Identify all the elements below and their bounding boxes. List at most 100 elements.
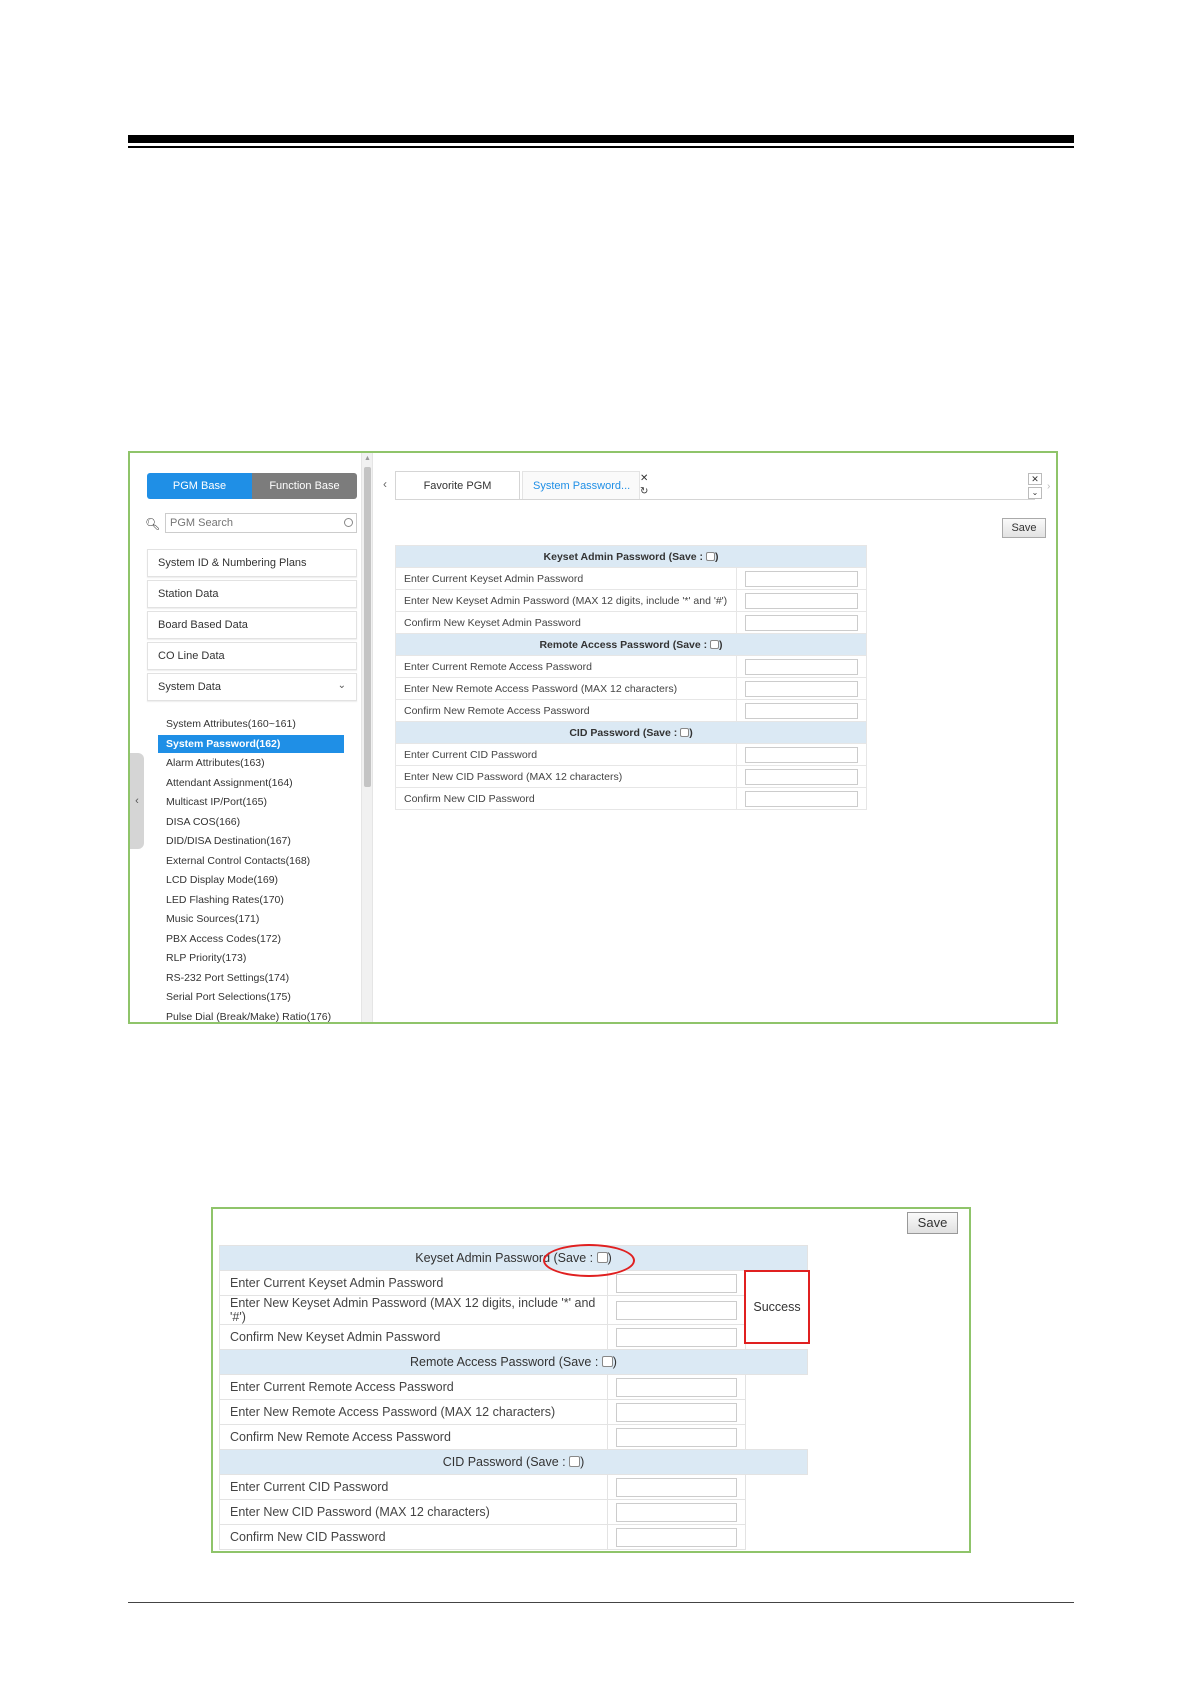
submenu-item[interactable]: LCD Display Mode(169): [158, 871, 344, 889]
password-input[interactable]: [616, 1427, 737, 1447]
field-label: Enter New CID Password (MAX 12 character…: [219, 1499, 608, 1525]
tabs-scroll-left-icon[interactable]: ‹: [383, 477, 387, 491]
menu-system-id-numbering[interactable]: System ID & Numbering Plans: [147, 549, 357, 577]
field-label: Enter New CID Password (MAX 12 character…: [395, 765, 737, 788]
field-label: Enter Current Keyset Admin Password: [395, 567, 737, 590]
close-all-tabs-icon[interactable]: ✕: [1028, 473, 1042, 485]
tabs-scroll-right-icon[interactable]: ›: [1047, 481, 1050, 492]
pgm-search-input[interactable]: [165, 513, 357, 533]
field-label: Enter New Keyset Admin Password (MAX 12 …: [219, 1295, 608, 1325]
password-input[interactable]: [745, 592, 858, 609]
table-row: Confirm New Remote Access Password: [395, 699, 867, 722]
search-clear-icon[interactable]: [344, 518, 353, 527]
submenu-item[interactable]: System Password(162): [158, 734, 344, 753]
section-title-end: ): [714, 550, 719, 563]
success-text: Success: [753, 1300, 801, 1314]
password-input[interactable]: [616, 1477, 737, 1497]
table-row: Enter New Remote Access Password (MAX 12…: [395, 677, 867, 700]
password-input[interactable]: [745, 746, 858, 763]
menu-co-line-data[interactable]: CO Line Data: [147, 642, 357, 670]
field-label: Enter New Keyset Admin Password (MAX 12 …: [395, 589, 737, 612]
password-input[interactable]: [616, 1377, 737, 1397]
password-input[interactable]: [616, 1300, 737, 1320]
password-input[interactable]: [745, 702, 858, 719]
tab-list-dropdown-icon[interactable]: ⌄: [1028, 487, 1042, 499]
tab-bar-line: [395, 499, 1035, 500]
submenu-item[interactable]: Pulse Dial (Break/Make) Ratio(176): [158, 1008, 344, 1023]
password-input[interactable]: [616, 1273, 737, 1293]
password-input[interactable]: [616, 1502, 737, 1522]
submenu-item[interactable]: Attendant Assignment(164): [158, 774, 344, 792]
pgm-base-button[interactable]: PGM Base: [147, 473, 252, 499]
field-label: Enter Current CID Password: [395, 743, 737, 766]
table-row: Confirm New Remote Access Password: [219, 1424, 808, 1450]
field-label: Enter New Remote Access Password (MAX 12…: [219, 1399, 608, 1425]
submenu-item[interactable]: Music Sources(171): [158, 910, 344, 928]
table-row: Confirm New Keyset Admin Password: [219, 1324, 808, 1350]
scroll-up-icon[interactable]: ▲: [364, 455, 371, 462]
sidebar-scrollbar[interactable]: ▲: [361, 453, 373, 1022]
submenu-item[interactable]: System Attributes(160~161): [158, 715, 344, 733]
password-input[interactable]: [745, 658, 858, 675]
section-header-keyset: Keyset Admin Password (Save : ): [395, 545, 867, 568]
menu-station-data[interactable]: Station Data: [147, 580, 357, 608]
sidebar-collapse-handle[interactable]: ‹: [130, 753, 144, 849]
menu-system-data-label: System Data: [158, 681, 221, 693]
field-label: Confirm New CID Password: [219, 1524, 608, 1550]
submenu-item[interactable]: LED Flashing Rates(170): [158, 891, 344, 909]
save-button[interactable]: Save: [1002, 518, 1046, 538]
table-row: Enter Current Remote Access Password: [395, 655, 867, 678]
sidebar-scroll-thumb[interactable]: [364, 467, 371, 787]
save-checkbox-keyset[interactable]: [705, 551, 715, 561]
table-row: Confirm New CID Password: [395, 787, 867, 810]
field-label: Enter Current CID Password: [219, 1474, 608, 1500]
password-table: Keyset Admin Password (Save : ) Enter Cur…: [395, 545, 867, 810]
field-label: Enter Current Remote Access Password: [219, 1374, 608, 1400]
save-button-zoomed[interactable]: Save: [907, 1212, 958, 1234]
section-title-remote: Remote Access Password (Save :: [410, 1355, 602, 1369]
field-label: Confirm New Keyset Admin Password: [219, 1324, 608, 1350]
section-title-end: ): [612, 1355, 617, 1369]
submenu-item[interactable]: DISA COS(166): [158, 813, 344, 831]
section-header-remote: Remote Access Password (Save : ): [219, 1349, 808, 1375]
password-input[interactable]: [616, 1402, 737, 1422]
submenu-item[interactable]: Multicast IP/Port(165): [158, 793, 344, 811]
submenu-item[interactable]: RLP Priority(173): [158, 949, 344, 967]
submenu-item[interactable]: PBX Access Codes(172): [158, 930, 344, 948]
submenu-item[interactable]: Alarm Attributes(163): [158, 754, 344, 772]
tab-system-password[interactable]: System Password...: [522, 471, 640, 499]
save-checkbox-cid[interactable]: [680, 727, 690, 737]
table-row: Enter Current CID Password: [395, 743, 867, 766]
password-input[interactable]: [745, 768, 858, 785]
password-input[interactable]: [745, 790, 858, 807]
left-sidebar: PGM Base Function Base 🔍︎ System ID & Nu…: [130, 453, 360, 1022]
screenshot-save-success: Save Keyset Admin Password (Save : ) Ente…: [211, 1207, 971, 1553]
password-input[interactable]: [745, 614, 858, 631]
table-row: Confirm New CID Password: [219, 1524, 808, 1550]
submenu-item[interactable]: External Control Contacts(168): [158, 852, 344, 870]
save-checkbox-remote[interactable]: [601, 1356, 613, 1367]
password-input[interactable]: [745, 570, 858, 587]
save-checkbox-cid[interactable]: [569, 1456, 581, 1467]
password-input[interactable]: [745, 680, 858, 697]
field-label: Confirm New Remote Access Password: [395, 699, 737, 722]
submenu-item[interactable]: Serial Port Selections(175): [158, 988, 344, 1006]
password-input[interactable]: [616, 1327, 737, 1347]
table-row: Enter New Keyset Admin Password (MAX 12 …: [219, 1295, 808, 1325]
search-icon: 🔍︎: [145, 517, 161, 531]
menu-board-based-data[interactable]: Board Based Data: [147, 611, 357, 639]
password-table-zoomed: Keyset Admin Password (Save : ) Enter Cur…: [219, 1245, 808, 1550]
table-row: Enter Current Remote Access Password: [219, 1374, 808, 1400]
tab-close-icon[interactable]: ✕: [640, 473, 648, 484]
menu-system-data[interactable]: System Data ⌄: [147, 673, 357, 701]
save-checkbox-remote[interactable]: [710, 639, 720, 649]
tab-refresh-icon[interactable]: ↻: [640, 486, 648, 497]
submenu-item[interactable]: RS-232 Port Settings(174): [158, 969, 344, 987]
submenu-item[interactable]: DID/DISA Destination(167): [158, 832, 344, 850]
tab-favorite-pgm[interactable]: Favorite PGM: [395, 471, 520, 499]
password-input[interactable]: [616, 1527, 737, 1547]
function-base-button[interactable]: Function Base: [252, 473, 357, 499]
section-title-keyset: Keyset Admin Password (Save :: [543, 550, 706, 563]
field-label: Enter New Remote Access Password (MAX 12…: [395, 677, 737, 700]
chevron-left-icon: ‹: [135, 795, 139, 807]
